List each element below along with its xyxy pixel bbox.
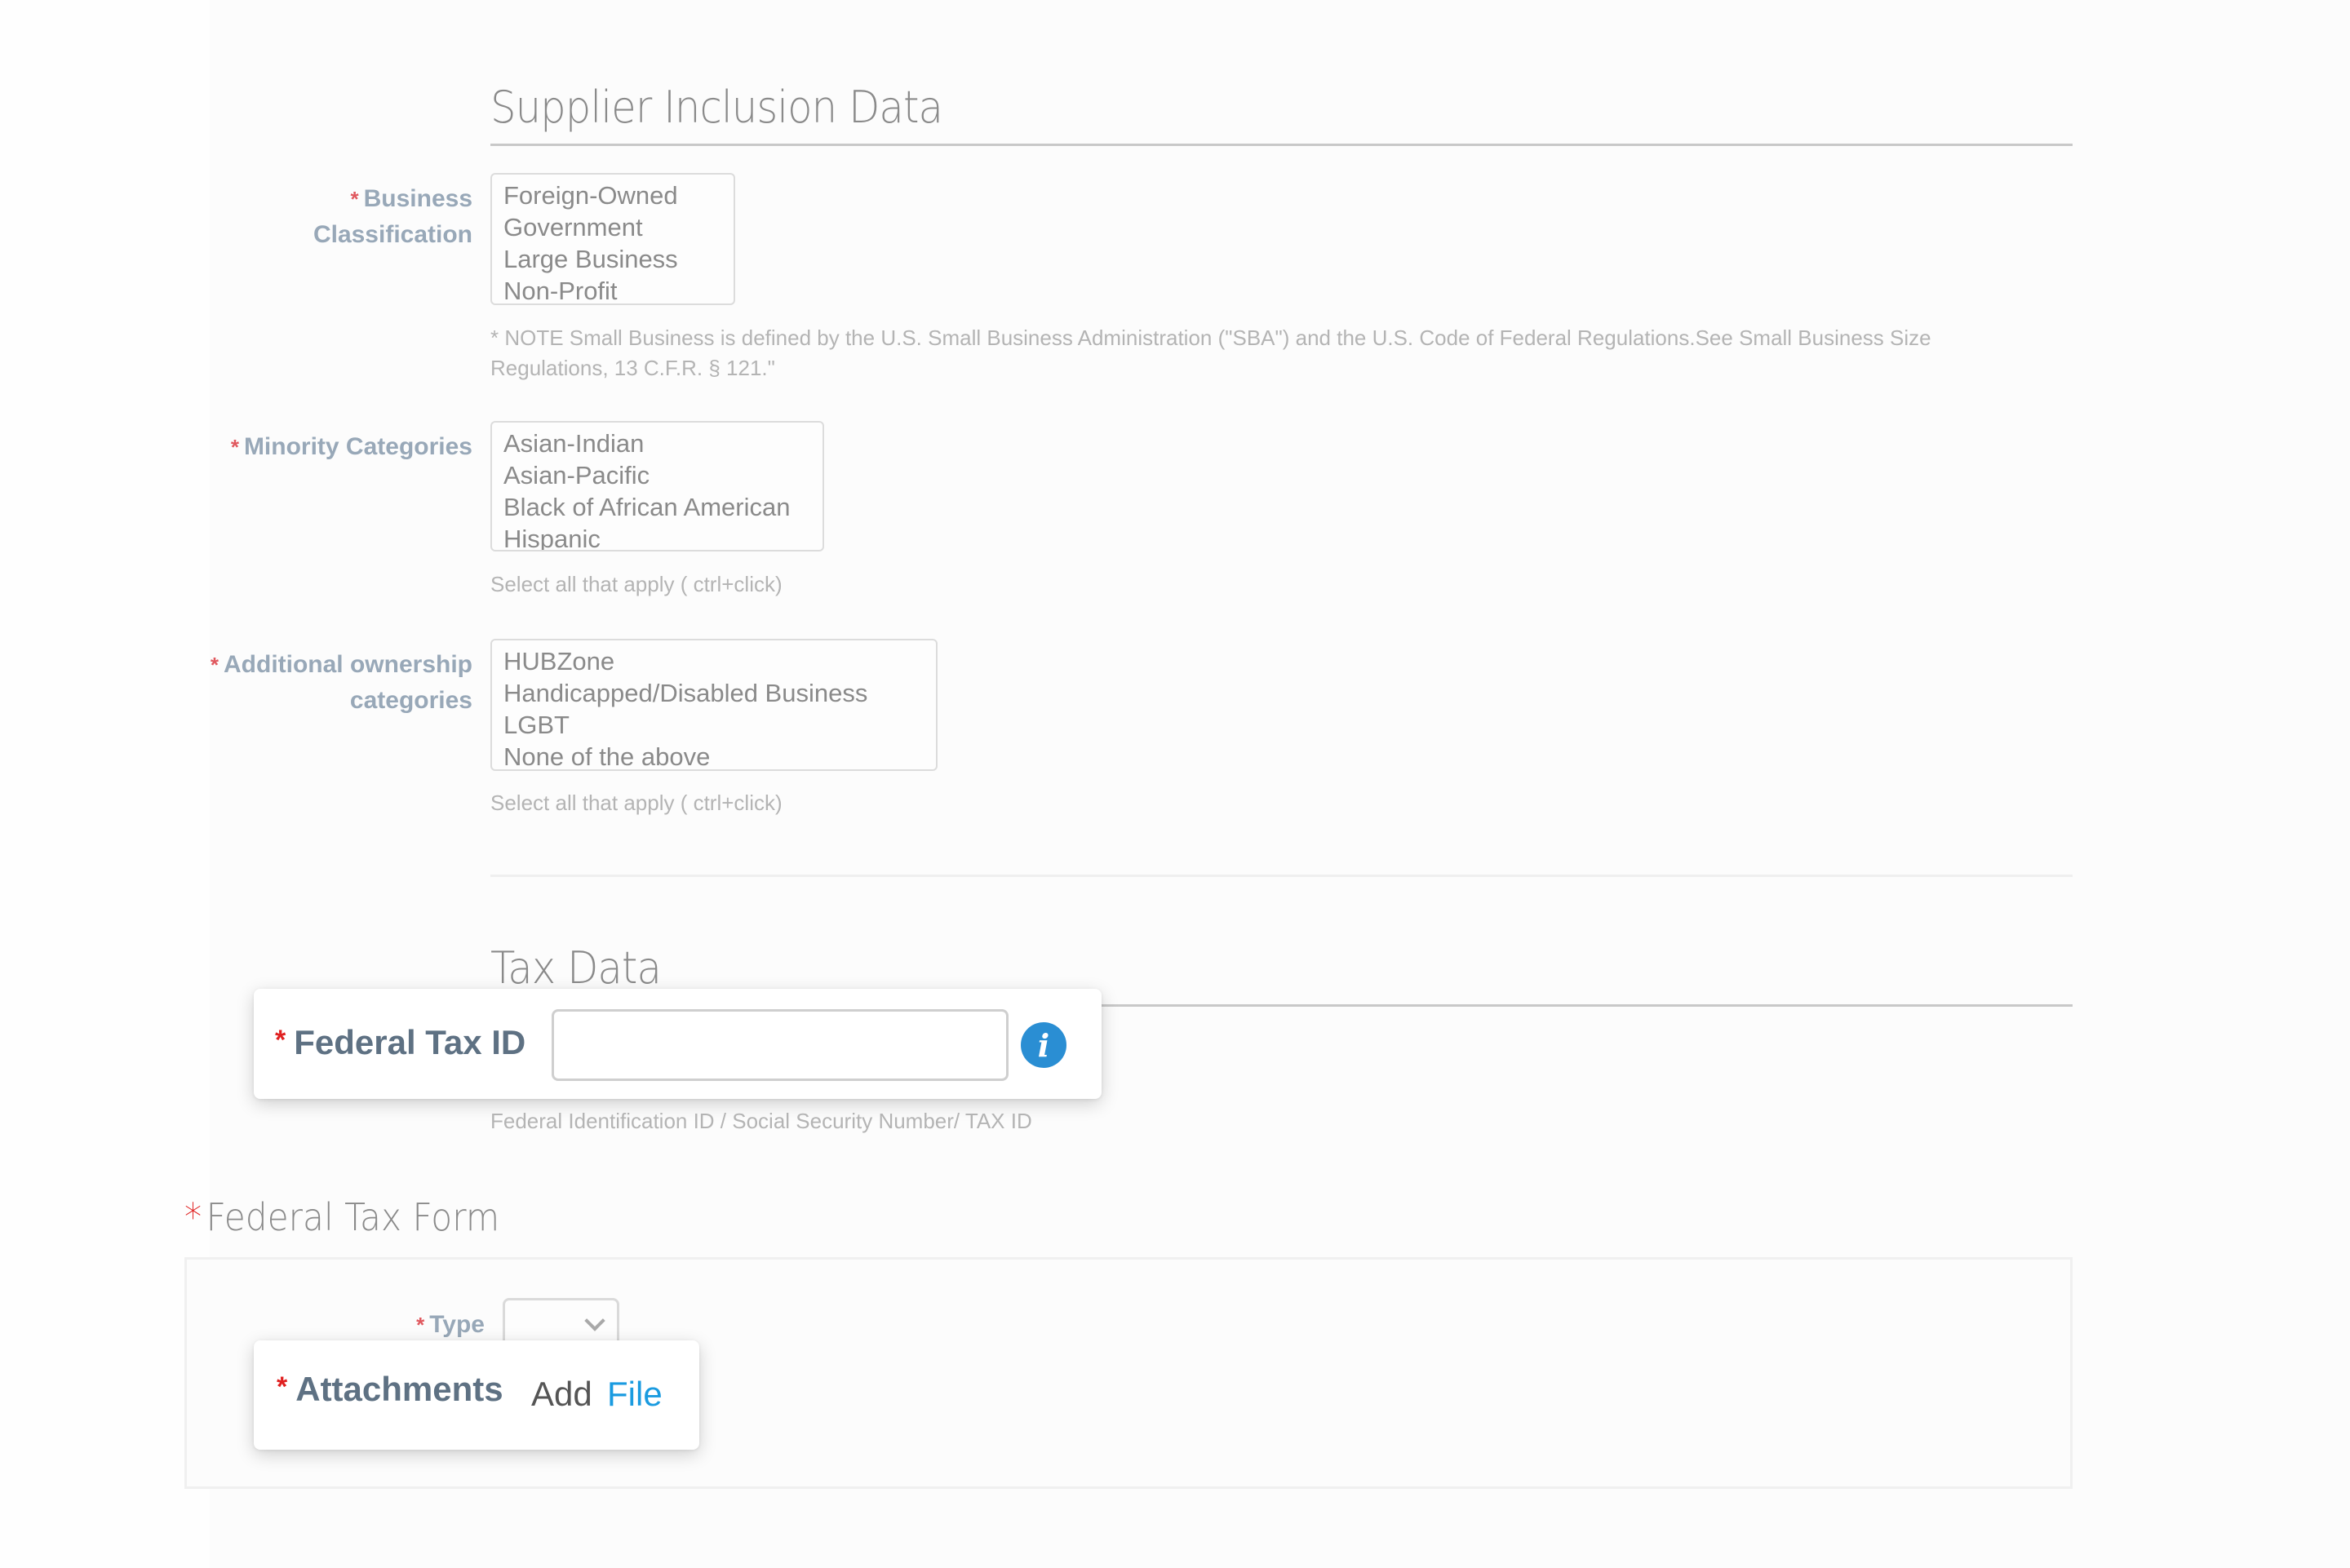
federal-tax-id-label: * Federal Tax ID <box>275 1023 525 1062</box>
section-separator <box>490 875 2073 877</box>
listbox-option[interactable]: Handicapped/Disabled Business <box>503 677 924 709</box>
add-file-link[interactable]: File <box>607 1375 663 1414</box>
required-marker: * <box>275 1025 286 1056</box>
label-text: Federal Tax ID <box>294 1023 526 1061</box>
required-marker: * <box>350 187 359 211</box>
label-text: categories <box>349 687 472 714</box>
listbox-option[interactable]: Asian-Indian <box>503 427 811 459</box>
label-text: Classification <box>313 221 472 248</box>
minority-categories-label: * Minority Categories <box>231 429 472 465</box>
required-marker: * <box>184 1195 202 1239</box>
listbox-option[interactable]: Black of African American <box>503 491 811 523</box>
label-text: Minority Categories <box>243 433 472 460</box>
listbox-option[interactable]: Large Business <box>503 243 722 275</box>
federal-tax-form-heading: * Federal Tax Form <box>184 1195 499 1239</box>
label-text: Attachments <box>295 1370 503 1408</box>
additional-ownership-listbox[interactable]: HUBZone Handicapped/Disabled Business LG… <box>490 639 938 771</box>
add-file-text: Add <box>531 1375 592 1413</box>
listbox-option[interactable]: Hispanic <box>503 523 811 550</box>
label-text: Additional ownership <box>224 651 472 678</box>
minority-categories-listbox[interactable]: Asian-Indian Asian-Pacific Black of Afri… <box>490 421 824 551</box>
required-marker: * <box>230 435 239 459</box>
listbox-option[interactable]: LGBT <box>503 709 924 741</box>
required-marker: * <box>277 1371 288 1402</box>
listbox-option[interactable]: Foreign-Owned <box>503 179 722 211</box>
required-marker: * <box>210 653 219 677</box>
note-line: Regulations, 13 C.F.R. § 121." <box>490 356 775 380</box>
attachments-label: * Attachments <box>277 1370 503 1409</box>
info-icon[interactable]: i <box>1021 1022 1066 1068</box>
section-title-tax-data: Tax Data <box>490 942 662 994</box>
label-text: Business <box>363 185 472 212</box>
minority-categories-help: Select all that apply ( ctrl+click) <box>490 572 783 596</box>
listbox-option[interactable]: Asian-Pacific <box>503 459 811 491</box>
federal-tax-id-input[interactable] <box>552 1009 1009 1081</box>
label-text: Type <box>429 1311 485 1338</box>
listbox-option[interactable]: Government <box>503 211 722 243</box>
additional-ownership-help: Select all that apply ( ctrl+click) <box>490 791 783 815</box>
federal-tax-id-callout: * Federal Tax ID i <box>254 989 1102 1099</box>
business-classification-label: * Business Classification <box>313 181 472 253</box>
listbox-option[interactable]: HUBZone <box>503 645 924 677</box>
section-divider <box>490 144 2073 146</box>
small-business-note: * NOTE Small Business is defined by the … <box>490 323 1931 383</box>
business-classification-listbox[interactable]: Foreign-Owned Government Large Business … <box>490 173 735 305</box>
attachments-callout: * Attachments Add File <box>254 1340 699 1450</box>
required-marker: * <box>416 1313 425 1337</box>
additional-ownership-label: * Additional ownership categories <box>211 647 472 719</box>
listbox-option[interactable]: None of the above <box>503 741 924 769</box>
listbox-option[interactable]: Non-Profit <box>503 275 722 303</box>
federal-tax-id-help: Federal Identification ID / Social Secur… <box>490 1109 1032 1133</box>
section-title-supplier-inclusion: Supplier Inclusion Data <box>490 82 943 133</box>
heading-text: Federal Tax Form <box>206 1195 500 1239</box>
type-label: * Type <box>416 1307 485 1343</box>
note-line: * NOTE Small Business is defined by the … <box>490 326 1931 350</box>
chevron-down-icon <box>584 1310 605 1331</box>
